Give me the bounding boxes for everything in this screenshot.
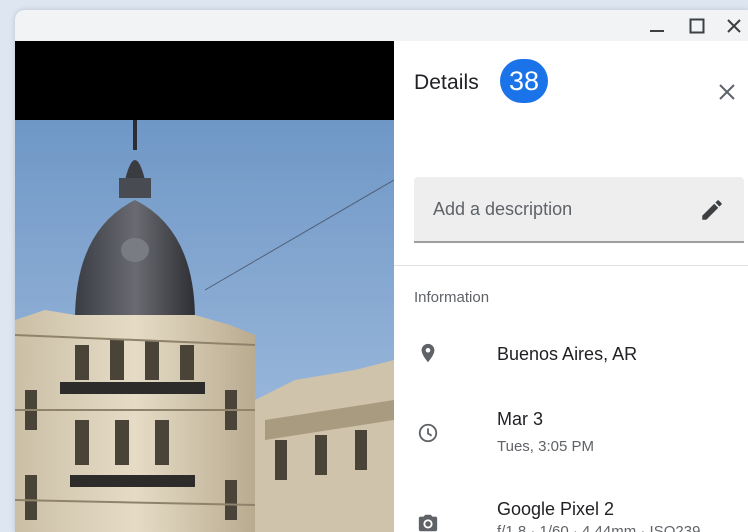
count-badge: 38	[500, 59, 548, 103]
pencil-icon[interactable]	[699, 197, 725, 223]
maximize-icon[interactable]	[685, 14, 709, 38]
close-details-button[interactable]	[716, 81, 738, 103]
date-primary: Mar 3	[497, 409, 544, 429]
details-title: Details	[414, 71, 479, 94]
close-icon	[719, 84, 735, 100]
location-text: Buenos Aires, AR	[497, 344, 638, 364]
photo-viewer-window: Details 38 Add a description Information…	[15, 10, 748, 532]
photo-pane[interactable]	[15, 41, 394, 532]
camera-icon	[414, 509, 442, 532]
minimize-icon[interactable]	[645, 14, 669, 38]
badge-count: 38	[508, 65, 540, 96]
title-bar	[15, 10, 748, 41]
divider	[394, 265, 748, 266]
camera-model: Google Pixel 2	[497, 499, 615, 519]
details-panel: Details 38 Add a description Information…	[394, 41, 748, 532]
information-label: Information	[414, 289, 490, 306]
description-placeholder: Add a description	[433, 199, 573, 219]
date-secondary: Tues, 3:05 PM	[497, 438, 594, 455]
camera-settings: f/1.8 · 1/60 · 4.44mm · ISO239	[497, 523, 701, 532]
building-photo	[15, 120, 394, 532]
location-pin-icon	[414, 339, 442, 367]
close-icon[interactable]	[722, 14, 746, 38]
clock-icon	[414, 419, 442, 447]
description-input[interactable]: Add a description	[414, 177, 744, 243]
